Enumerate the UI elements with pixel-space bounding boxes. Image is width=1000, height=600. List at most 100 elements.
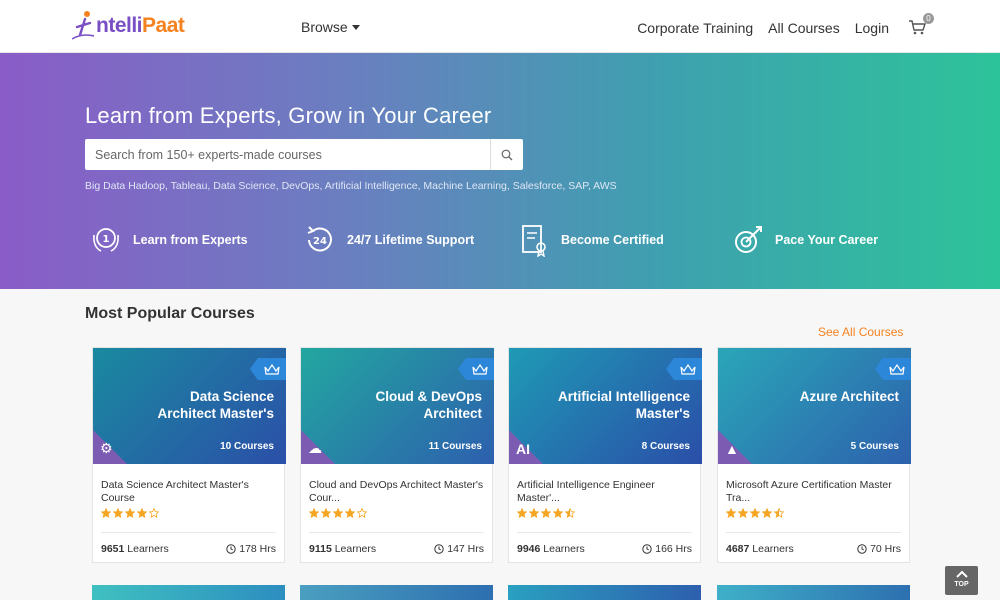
- course-thumbnail: Azure Architect 5 Courses ▲: [718, 348, 911, 464]
- category-icon: AI: [516, 441, 530, 457]
- search-icon: [501, 149, 513, 160]
- browse-label: Browse: [301, 19, 348, 35]
- clock-icon: [434, 544, 444, 554]
- target-icon: [735, 226, 762, 253]
- crown-badge: [875, 358, 911, 380]
- crown-icon: [889, 363, 905, 375]
- category-icon: ☁: [308, 440, 322, 456]
- nav-login[interactable]: Login: [855, 20, 889, 36]
- course-duration: 147 Hrs: [434, 543, 484, 555]
- course-duration: 178 Hrs: [226, 543, 276, 555]
- clock-icon: [642, 544, 652, 554]
- tag-link[interactable]: Big Data Hadoop: [85, 180, 165, 192]
- course-card[interactable]: Azure Architect 5 Courses ▲ Microsoft Az…: [717, 347, 911, 563]
- search-input[interactable]: [85, 139, 490, 170]
- course-duration: 70 Hrs: [857, 543, 901, 555]
- tag-link[interactable]: Data Science: [213, 180, 275, 192]
- thumb-course-name: Azure Architect: [799, 389, 899, 404]
- star-filled-icon: [321, 508, 331, 518]
- feature-label: Learn from Experts: [133, 233, 248, 247]
- category-icon: ⚙: [100, 440, 113, 456]
- tag-link[interactable]: SAP: [568, 180, 588, 192]
- clock-icon: [226, 544, 236, 554]
- search-button[interactable]: [490, 139, 523, 170]
- crown-icon: [472, 363, 488, 375]
- see-all-courses-link[interactable]: See All Courses: [818, 325, 903, 339]
- cart-count-badge: 0: [923, 13, 934, 24]
- site-header: ntelliPaat Browse Corporate Training All…: [0, 0, 1000, 53]
- search-box: [85, 139, 523, 170]
- tag-link[interactable]: Machine Learning: [423, 180, 506, 192]
- intellipaat-logo[interactable]: ntelliPaat: [72, 8, 185, 44]
- popular-tags: Big Data Hadoop, Tableau, Data Science, …: [85, 180, 617, 192]
- course-title[interactable]: Cloud and DevOps Architect Master's Cour…: [309, 479, 485, 505]
- divider: [101, 532, 276, 533]
- course-thumbnail: Artificial Intelligence Master's 8 Course…: [509, 348, 702, 464]
- star-filled-icon: [125, 508, 135, 518]
- certificate-icon: [522, 225, 546, 257]
- clock-icon: [857, 544, 867, 554]
- svg-text:24: 24: [313, 236, 327, 247]
- crown-icon: [680, 363, 696, 375]
- course-title[interactable]: Data Science Architect Master's Course: [101, 479, 277, 505]
- tag-link[interactable]: AWS: [593, 180, 617, 192]
- learners-count: 4687 Learners: [726, 543, 794, 555]
- divider: [309, 532, 484, 533]
- feature-strip: 1 Learn from Experts 24 24/7 Lifetime Su…: [85, 223, 915, 259]
- star-filled-icon: [309, 508, 319, 518]
- hero-banner: Learn from Experts, Grow in Your Career …: [0, 53, 1000, 289]
- feature-label: 24/7 Lifetime Support: [347, 233, 475, 247]
- tag-link[interactable]: Artificial Intelligence: [325, 180, 418, 192]
- chevron-up-icon: [955, 570, 968, 578]
- svg-text:1: 1: [103, 234, 110, 245]
- course-card-peek[interactable]: [717, 585, 910, 600]
- star-filled-icon: [137, 508, 147, 518]
- course-count: 5 Courses: [850, 441, 899, 452]
- course-card[interactable]: Data Science Architect Master's 10 Course…: [92, 347, 286, 563]
- tag-link[interactable]: DevOps: [282, 180, 320, 192]
- star-half-icon: [774, 508, 784, 518]
- star-filled-icon: [517, 508, 527, 518]
- star-filled-icon: [738, 508, 748, 518]
- star-filled-icon: [101, 508, 111, 518]
- back-to-top-button[interactable]: TOP: [945, 566, 978, 595]
- course-thumbnail: Data Science Architect Master's 10 Course…: [93, 348, 286, 464]
- course-count: 10 Courses: [220, 441, 274, 452]
- feature-label: Pace Your Career: [775, 233, 879, 247]
- logo-text: ntelliPaat: [96, 14, 185, 37]
- star-empty-icon: [149, 508, 159, 518]
- feature-become-certified: Become Certified: [517, 223, 664, 257]
- medal-icon: 1: [93, 228, 119, 252]
- star-filled-icon: [553, 508, 563, 518]
- category-icon: ▲: [725, 441, 739, 457]
- crown-icon: [264, 363, 280, 375]
- nav-all-courses[interactable]: All Courses: [768, 20, 840, 36]
- rating-stars: [101, 508, 159, 518]
- thumb-course-name: Cloud & DevOps Architect: [375, 389, 482, 421]
- star-filled-icon: [529, 508, 539, 518]
- star-filled-icon: [113, 508, 123, 518]
- rating-stars: [726, 508, 784, 518]
- course-card[interactable]: Cloud & DevOps Architect 11 Courses ☁ Clo…: [300, 347, 494, 563]
- tag-link[interactable]: Salesforce: [513, 180, 563, 192]
- star-half-icon: [565, 508, 575, 518]
- feature-pace-your-career: Pace Your Career: [731, 223, 878, 257]
- divider: [517, 532, 692, 533]
- tag-link[interactable]: Tableau: [171, 180, 208, 192]
- browse-menu[interactable]: Browse: [301, 19, 360, 35]
- course-card[interactable]: Artificial Intelligence Master's 8 Course…: [508, 347, 702, 563]
- course-card-peek[interactable]: [508, 585, 701, 600]
- course-title[interactable]: Artificial Intelligence Engineer Master'…: [517, 479, 693, 505]
- crown-badge: [250, 358, 286, 380]
- top-label: TOP: [954, 581, 969, 588]
- hero-title: Learn from Experts, Grow in Your Career: [85, 103, 492, 128]
- course-title[interactable]: Microsoft Azure Certification Master Tra…: [726, 479, 902, 505]
- nav-corporate-training[interactable]: Corporate Training: [637, 20, 753, 36]
- course-card-peek[interactable]: [92, 585, 285, 600]
- feature-label: Become Certified: [561, 233, 664, 247]
- caret-down-icon: [351, 24, 360, 30]
- learners-count: 9115 Learners: [309, 543, 377, 555]
- logo-figure-icon: [72, 11, 94, 40]
- cart-button[interactable]: 0: [908, 13, 934, 37]
- course-card-peek[interactable]: [300, 585, 493, 600]
